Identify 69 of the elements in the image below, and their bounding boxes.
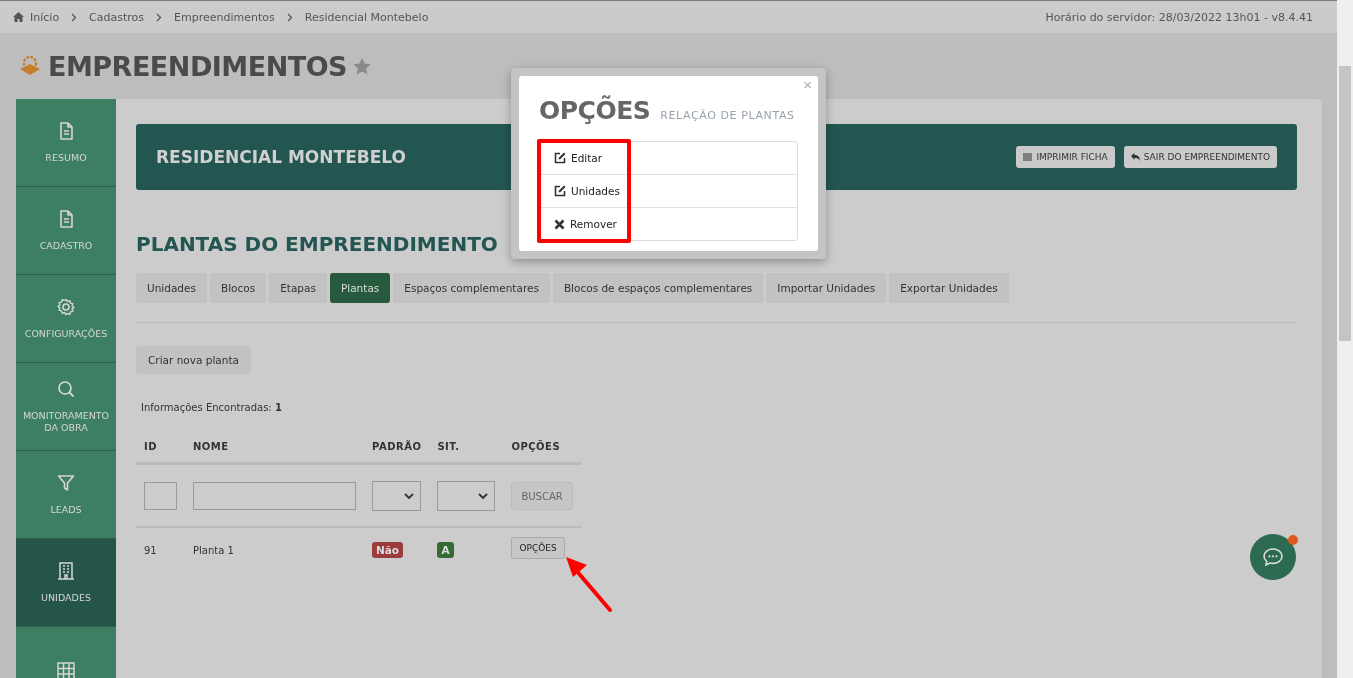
tab[interactable]: Unidades [136,273,207,303]
column-header: ID [136,441,185,464]
results-count: Informações Encontradas: 1 [141,402,283,413]
chevron-icon [286,12,293,22]
create-button[interactable]: Criar nova planta [136,346,251,374]
document-icon [57,121,75,140]
star-icon[interactable] [353,57,372,75]
column-header: NOME [185,441,364,464]
chat-bubble-icon [1263,548,1283,566]
section-title: PLANTAS DO EMPREENDIMENTO [136,232,498,256]
table-cell: Planta 1 [185,527,364,572]
chevron-icon [71,12,78,22]
select-field[interactable] [437,481,496,511]
column-header: OPÇÕES [503,441,581,464]
home-icon [13,12,24,22]
status-badge: A [437,542,454,558]
tab[interactable]: Blocos [209,273,267,303]
exit-button[interactable]: SAIR DO EMPREENDIMENTO [1123,146,1277,168]
sidebar-label: LEADS [50,503,82,516]
chevron-down-icon [404,492,415,500]
edit-icon [554,185,566,197]
column-header: PADRÃO [364,441,430,464]
tab[interactable]: Espaços complementares [393,273,550,303]
chevron-down-icon [478,492,489,500]
sidebar-label: RESUMO [45,151,87,164]
select-field[interactable] [372,481,422,511]
sidebar-label: UNIDADES [41,591,91,604]
project-name: RESIDENCIAL MONTEBELO [156,147,406,167]
scrollbar[interactable] [1337,0,1353,678]
grid-icon [57,661,75,678]
id-input-field[interactable] [144,482,177,510]
chevron-icon [156,12,163,22]
funnel-icon [57,473,75,492]
sidebar-label: CADASTRO [39,239,93,252]
sidebar-label: MONITORAMENTO DA OBRA [21,409,111,434]
building-icon [57,561,75,580]
modal-subtitle: RELAÇÃO DE PLANTAS [660,109,795,122]
breadcrumb-link[interactable]: Residencial Montebelo [304,10,429,24]
server-time: Horário do servidor: 28/03/2022 13h01 - v8.4.41 [1045,10,1313,24]
notification-dot [1288,535,1298,545]
menu-item[interactable]: Unidades [554,185,620,197]
gear-icon [57,297,75,316]
modal-title: OPÇÕES [539,96,651,125]
close-x-icon [554,218,565,230]
options-button[interactable]: OPÇÕES [511,536,565,559]
tab[interactable]: Blocos de espaços complementares [552,273,764,303]
tab[interactable]: Exportar Unidades [889,273,1009,303]
page-title: EMPREENDIMENTOS [48,50,348,82]
tab[interactable]: Importar Unidades [766,273,887,303]
building-logo-icon [18,54,42,78]
menu-item[interactable]: Editar [554,152,603,164]
edit-icon [554,152,566,164]
column-header: SIT. [429,441,504,464]
sidebar-item[interactable]: UNIDADES [16,539,116,627]
breadcrumb-link[interactable]: Início [30,10,60,24]
document-icon [57,209,75,228]
menu-item[interactable]: Remover [554,218,617,230]
name-input-field[interactable] [193,482,356,510]
breadcrumb-link[interactable]: Cadastros [89,10,145,24]
tab[interactable]: Etapas [269,273,327,303]
print-button[interactable]: IMPRIMIR FICHA [1016,146,1115,168]
sidebar-label: CONFIGURAÇÕES [24,327,108,340]
breadcrumb-link[interactable]: Empreendimentos [174,10,275,24]
search-button[interactable]: BUSCAR [511,482,573,510]
reply-arrow-icon [1130,153,1140,161]
table-cell: 91 [136,527,185,572]
status-badge: Não [372,542,404,558]
search-icon [57,379,75,398]
tab[interactable]: Plantas [329,273,391,303]
